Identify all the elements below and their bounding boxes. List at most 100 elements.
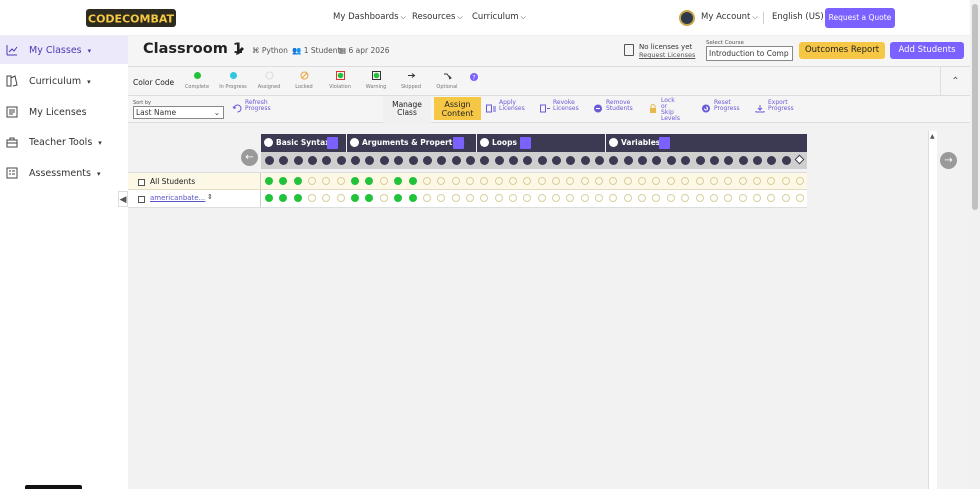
level-icon[interactable] bbox=[609, 156, 619, 165]
progress-dot[interactable] bbox=[767, 177, 776, 185]
progress-dot[interactable] bbox=[623, 177, 632, 185]
progress-dot[interactable] bbox=[595, 194, 604, 202]
level-icon[interactable] bbox=[781, 156, 791, 165]
progress-dot[interactable] bbox=[494, 194, 503, 202]
level-icon[interactable] bbox=[638, 156, 648, 165]
progress-dot[interactable] bbox=[638, 194, 647, 202]
progress-dot[interactable] bbox=[480, 194, 489, 202]
progress-dot[interactable] bbox=[752, 177, 761, 185]
progress-dot[interactable] bbox=[795, 177, 804, 185]
progress-dot[interactable] bbox=[638, 177, 647, 185]
progress-dot[interactable] bbox=[681, 194, 690, 202]
progress-dot[interactable] bbox=[752, 194, 761, 202]
progress-dot[interactable] bbox=[709, 194, 718, 202]
scroll-left-button[interactable]: ← bbox=[241, 149, 258, 166]
progress-dot[interactable] bbox=[351, 177, 360, 185]
progress-dot[interactable] bbox=[494, 177, 503, 185]
progress-dot[interactable] bbox=[609, 194, 618, 202]
level-icon[interactable] bbox=[523, 156, 533, 165]
gift-icon[interactable] bbox=[453, 137, 464, 149]
progress-dot[interactable] bbox=[465, 177, 474, 185]
progress-dot[interactable] bbox=[580, 194, 589, 202]
progress-dot[interactable] bbox=[451, 177, 460, 185]
progress-dot[interactable] bbox=[293, 194, 302, 202]
progress-dot[interactable] bbox=[552, 177, 560, 185]
edit-pencil-icon[interactable] bbox=[235, 46, 245, 56]
sidebar-item-teacher-tools[interactable]: Teacher Tools ▾ bbox=[0, 128, 128, 156]
level-icon[interactable] bbox=[537, 156, 547, 165]
request-licenses-link[interactable]: Request Licenses bbox=[639, 51, 695, 59]
level-icon[interactable] bbox=[595, 156, 605, 165]
progress-dot[interactable] bbox=[623, 194, 632, 202]
progress-dot[interactable] bbox=[351, 194, 360, 202]
progress-dot[interactable] bbox=[437, 194, 446, 202]
level-icon[interactable] bbox=[508, 156, 518, 165]
student-row[interactable]: americanbate... ⇕ bbox=[128, 190, 807, 208]
progress-dot[interactable] bbox=[609, 177, 618, 185]
level-icon[interactable] bbox=[480, 156, 490, 165]
progress-dot[interactable] bbox=[666, 194, 675, 202]
level-icon[interactable] bbox=[681, 156, 691, 165]
progress-dot[interactable] bbox=[552, 194, 560, 202]
level-icon[interactable] bbox=[794, 154, 805, 165]
level-icon[interactable] bbox=[351, 156, 361, 165]
level-icon[interactable] bbox=[580, 156, 590, 165]
progress-dot[interactable] bbox=[738, 194, 747, 202]
level-icon[interactable] bbox=[451, 156, 461, 165]
nav-resources[interactable]: Resources ⌵ bbox=[412, 12, 463, 22]
level-icon[interactable] bbox=[552, 156, 561, 165]
outcomes-report-button[interactable]: Outcomes Report bbox=[799, 42, 885, 59]
progress-dot[interactable] bbox=[308, 194, 317, 202]
progress-dot[interactable] bbox=[537, 177, 546, 185]
progress-dot[interactable] bbox=[537, 194, 546, 202]
help-icon[interactable]: ? bbox=[470, 73, 478, 81]
scroll-right-button[interactable]: → bbox=[940, 152, 957, 169]
level-icon[interactable] bbox=[652, 156, 662, 165]
module-header-variables[interactable]: Variables bbox=[606, 134, 807, 152]
progress-dot[interactable] bbox=[279, 194, 288, 202]
progress-dot[interactable] bbox=[394, 194, 403, 202]
progress-dot[interactable] bbox=[336, 194, 345, 202]
level-icon[interactable] bbox=[709, 156, 719, 165]
level-icon[interactable] bbox=[738, 156, 748, 165]
progress-dot[interactable] bbox=[681, 177, 690, 185]
progress-dot[interactable] bbox=[365, 194, 374, 202]
level-icon[interactable] bbox=[566, 156, 576, 165]
nav-my-account[interactable]: My Account ⌵ bbox=[701, 12, 758, 22]
progress-dot[interactable] bbox=[422, 194, 431, 202]
sort-select[interactable]: Last Name ⌄ bbox=[133, 106, 224, 119]
progress-dot[interactable] bbox=[695, 194, 704, 202]
progress-dot[interactable] bbox=[795, 194, 804, 202]
sidebar-item-curriculum[interactable]: Curriculum ▾ bbox=[0, 67, 128, 95]
all-students-row[interactable]: All Students bbox=[128, 172, 807, 190]
progress-dot[interactable] bbox=[336, 177, 345, 185]
progress-dot[interactable] bbox=[666, 177, 675, 185]
level-icon[interactable] bbox=[623, 156, 633, 165]
tab-manage-class[interactable]: Manage Class bbox=[383, 96, 431, 123]
level-icon[interactable] bbox=[666, 156, 676, 165]
progress-dot[interactable] bbox=[279, 177, 288, 185]
progress-dot[interactable] bbox=[580, 177, 589, 185]
avatar[interactable] bbox=[679, 10, 695, 26]
level-icon[interactable] bbox=[752, 156, 762, 165]
progress-dot[interactable] bbox=[465, 194, 474, 202]
sidebar-item-my-licenses[interactable]: My Licenses bbox=[0, 98, 128, 126]
sidebar-item-my-classes[interactable]: My Classes ▾ bbox=[0, 36, 128, 64]
progress-dot[interactable] bbox=[308, 177, 317, 185]
progress-dot[interactable] bbox=[566, 177, 575, 185]
progress-dot[interactable] bbox=[508, 177, 517, 185]
sort-arrows-icon[interactable]: ⇕ bbox=[207, 193, 213, 201]
level-icon[interactable] bbox=[494, 156, 504, 165]
practice-icon[interactable] bbox=[520, 137, 531, 149]
tab-assign-content[interactable]: Assign Content bbox=[434, 97, 481, 120]
progress-dot[interactable] bbox=[724, 194, 733, 202]
module-header-arguments-properties[interactable]: Arguments & Properties bbox=[347, 134, 476, 152]
progress-dot[interactable] bbox=[293, 177, 302, 185]
grid-scrollbar[interactable]: ▲ bbox=[928, 131, 937, 489]
progress-dot[interactable] bbox=[379, 177, 388, 185]
progress-dot[interactable] bbox=[724, 177, 733, 185]
level-icon[interactable] bbox=[365, 156, 375, 165]
progress-dot[interactable] bbox=[695, 177, 704, 185]
progress-dot[interactable] bbox=[422, 177, 431, 185]
progress-dot[interactable] bbox=[451, 194, 460, 202]
